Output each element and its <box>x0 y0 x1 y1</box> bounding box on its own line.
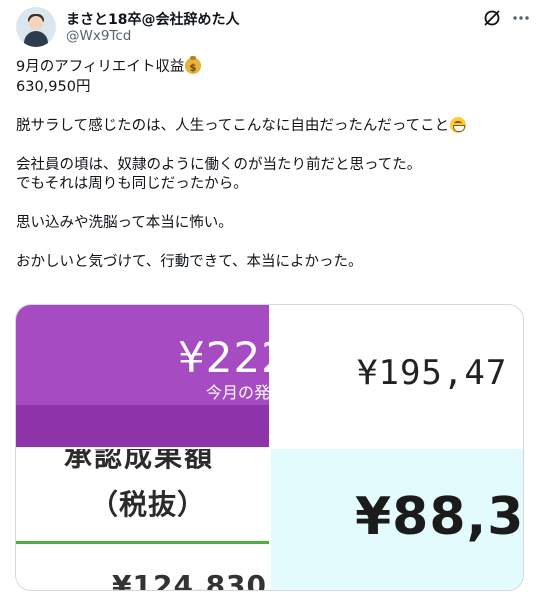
media-grid[interactable]: ¥222, 今月の発 ¥195,47 承認成果額 （税抜） ¥124,830 ¥… <box>15 304 524 591</box>
tweet-line: おかしいと気づけて、行動できて、本当によかった。 <box>16 254 363 270</box>
tweet-line-text: 9月のアフィリエイト収益 <box>16 59 185 75</box>
media-image-3[interactable]: 承認成果額 （税抜） ¥124,830 <box>16 449 269 591</box>
image-caption: 今月の発 <box>206 383 269 402</box>
image-amount: ¥88,31 <box>355 487 524 547</box>
image-title: 承認成果額 <box>64 449 215 473</box>
media-image-4[interactable]: ¥88,31 <box>271 449 524 590</box>
tweet-line: 9月のアフィリエイト収益 <box>16 56 522 79</box>
tweet-line: 630,950円 <box>16 78 91 95</box>
image-subtitle: （税抜） <box>90 488 207 521</box>
more-options-button[interactable] <box>510 8 532 28</box>
tweet-line: 会社員の頃は、奴隷のように働くのが当たり前だと思ってた。 <box>16 156 422 173</box>
image-amount: ¥222, <box>178 333 269 382</box>
image-amount: ¥124,830 <box>112 569 268 591</box>
purple-band <box>16 405 269 447</box>
tweet-line: 脱サラして感じたのは、人生ってこんなに自由だったんだってこと <box>16 116 522 137</box>
avatar[interactable] <box>16 7 56 47</box>
author-display-name[interactable]: まさと18卒@会社辞めた人 <box>66 9 239 29</box>
author-handle[interactable]: @Wx9Tcd <box>66 28 131 44</box>
grinning-face-emoji <box>450 116 467 133</box>
tweet-line: でもそれは周りも同じだったから。 <box>16 176 248 192</box>
avatar-body <box>24 31 48 47</box>
grok-button[interactable] <box>482 8 502 28</box>
media-image-2[interactable]: ¥195,47 <box>271 305 523 447</box>
tweet-line-text: 脱サラして感じたのは、人生ってこんなに自由だったんだってこと <box>16 117 450 134</box>
green-rule <box>16 541 269 544</box>
money-bag-emoji <box>185 56 202 79</box>
grok-icon <box>484 10 500 26</box>
media-image-1[interactable]: ¥222, 今月の発 <box>16 305 269 447</box>
more-options-icon <box>513 16 529 20</box>
image-amount: ¥195,47 <box>357 353 508 393</box>
grid-divider <box>16 447 523 449</box>
avatar-face <box>29 16 43 30</box>
tweet-header: まさと18卒@会社辞めた人 @Wx9Tcd <box>16 7 529 47</box>
tweet-text: 9月のアフィリエイト収益 630,950円 脱サラして感じたのは、人生ってこんな… <box>16 56 522 273</box>
tweet-line: 思い込みや洗脳って本当に怖い。 <box>16 215 233 231</box>
